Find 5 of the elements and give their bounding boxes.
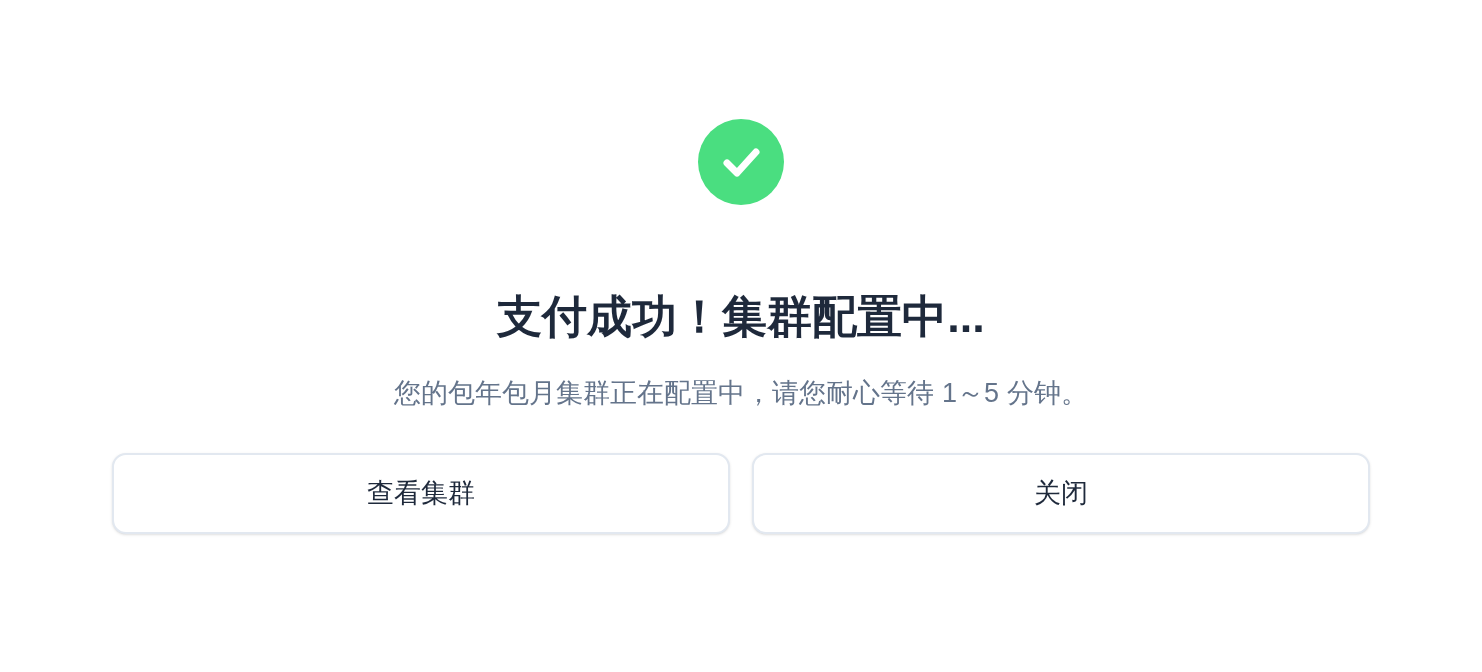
success-check-icon (698, 119, 784, 205)
status-message: 您的包年包月集群正在配置中，请您耐心等待 1～5 分钟。 (394, 377, 1088, 410)
success-title: 支付成功！集群配置中... (497, 290, 985, 344)
action-button[interactable]: 关闭 (752, 453, 1370, 534)
action-button[interactable]: 查看集群 (112, 453, 730, 534)
